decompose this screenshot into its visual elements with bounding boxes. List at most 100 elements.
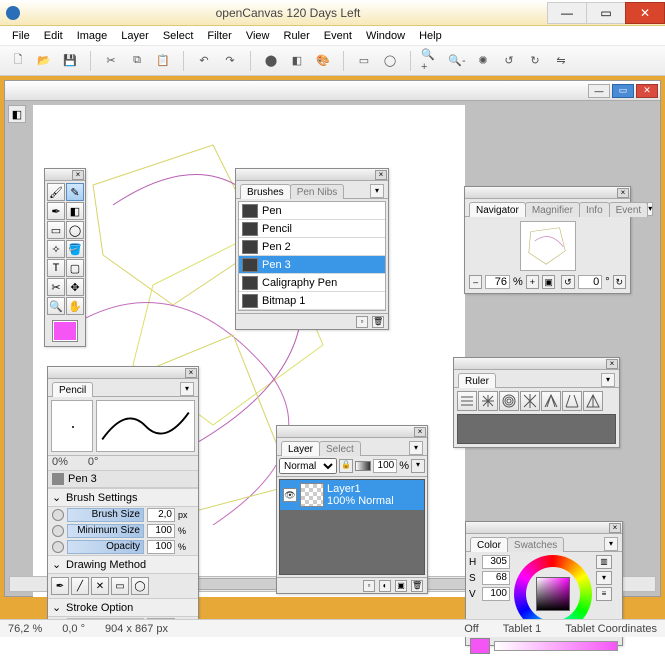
menu-event[interactable]: Event: [318, 28, 358, 44]
navigator-thumbnail[interactable]: [520, 221, 576, 271]
brush-item-pencil[interactable]: Pencil: [239, 220, 385, 238]
opacity-value[interactable]: 100: [373, 459, 397, 473]
layer-visibility-icon[interactable]: 👁: [283, 488, 297, 502]
minsize-pressure-icon[interactable]: [52, 525, 64, 537]
close-button[interactable]: ✕: [625, 2, 665, 24]
menu-image[interactable]: Image: [71, 28, 114, 44]
zoom-out-icon[interactable]: –: [469, 275, 482, 289]
new-icon[interactable]: 🗋: [8, 51, 28, 71]
document-window-header[interactable]: — ▭ ✕: [5, 81, 660, 101]
ruler-close-button[interactable]: ×: [606, 359, 618, 369]
brush-delete-icon[interactable]: 🗑: [372, 316, 384, 328]
ruler-vanish1-icon[interactable]: [541, 391, 561, 411]
color-close-button[interactable]: ×: [609, 523, 621, 533]
dm-cancel-icon[interactable]: ✕: [91, 577, 109, 595]
opacity-slider-brush[interactable]: Opacity: [67, 540, 144, 554]
brushes-menu-icon[interactable]: ▾: [370, 184, 384, 198]
flip-icon[interactable]: ⇋: [551, 51, 571, 71]
layer-thumbnail[interactable]: [300, 483, 324, 507]
section-stroke-option[interactable]: Stroke Option: [66, 602, 133, 614]
tool-wand[interactable]: ✧: [47, 240, 65, 258]
tab-brushes[interactable]: Brushes: [240, 184, 291, 199]
menu-select[interactable]: Select: [157, 28, 200, 44]
ruler-menu-icon[interactable]: ▾: [601, 373, 615, 387]
min-size-slider[interactable]: Minimum Size: [67, 524, 144, 538]
layer-group-icon[interactable]: ▣: [395, 580, 407, 592]
brush-item-bitmap1[interactable]: Bitmap 1: [239, 292, 385, 310]
brush-icon[interactable]: ⬤: [261, 51, 281, 71]
tab-select[interactable]: Select: [319, 441, 361, 456]
pencil-close-button[interactable]: ×: [185, 368, 197, 378]
tab-pencil[interactable]: Pencil: [52, 382, 93, 397]
foreground-color-swatch[interactable]: [52, 320, 78, 342]
layer-mask-icon[interactable]: ◐: [379, 580, 391, 592]
brush-size-slider[interactable]: Brush Size: [67, 508, 144, 522]
color-picker-icon[interactable]: ▾: [596, 571, 612, 585]
tool-marquee[interactable]: ▭: [47, 221, 65, 239]
menu-ruler[interactable]: Ruler: [278, 28, 316, 44]
tab-color[interactable]: Color: [470, 537, 508, 552]
marquee-icon[interactable]: ▭: [354, 51, 374, 71]
paste-icon[interactable]: 📋: [153, 51, 173, 71]
brush-item-pen2[interactable]: Pen 2: [239, 238, 385, 256]
tab-info[interactable]: Info: [579, 202, 610, 217]
redo-icon[interactable]: ↷: [220, 51, 240, 71]
tab-event[interactable]: Event: [609, 202, 649, 217]
dm-rect-icon[interactable]: ▭: [111, 577, 129, 595]
layer-list[interactable]: 👁 Layer1 100% Normal: [279, 479, 425, 575]
min-size-value[interactable]: 100: [147, 524, 175, 538]
tool-hand[interactable]: ✋: [66, 297, 84, 315]
layer-lock-icon[interactable]: 🔒: [339, 459, 353, 473]
layer-close-button[interactable]: ×: [414, 427, 426, 437]
opacity-value-brush[interactable]: 100: [147, 540, 175, 554]
zoom-in-icon[interactable]: +: [526, 275, 539, 289]
tool-brush[interactable]: 🖌: [47, 183, 65, 201]
tool-crop[interactable]: ✂: [47, 278, 65, 296]
layer-options-icon[interactable]: ▾: [411, 459, 425, 473]
tab-swatches[interactable]: Swatches: [507, 537, 564, 552]
brush-new-icon[interactable]: ▫: [356, 316, 368, 328]
minimize-button[interactable]: —: [547, 2, 587, 24]
ruler-vanish3-icon[interactable]: [583, 391, 603, 411]
current-color-swatch[interactable]: [470, 638, 490, 654]
tool-eraser[interactable]: ◧: [66, 202, 84, 220]
brush-item-pen[interactable]: Pen: [239, 202, 385, 220]
save-icon[interactable]: 💾: [60, 51, 80, 71]
color-menu-icon[interactable]: ▾: [604, 537, 618, 551]
tool-bucket[interactable]: 🪣: [66, 240, 84, 258]
menu-filter[interactable]: Filter: [201, 28, 237, 44]
doc-minimize-button[interactable]: —: [588, 84, 610, 98]
dm-ellipse-icon[interactable]: ◯: [131, 577, 149, 595]
dm-pen-icon[interactable]: ✒: [51, 577, 69, 595]
eraser-icon[interactable]: ◧: [287, 51, 307, 71]
navigator-menu-icon[interactable]: ▾: [647, 202, 653, 216]
v-value[interactable]: 100: [482, 587, 510, 601]
zoom-out-icon[interactable]: 🔍-: [447, 51, 467, 71]
tool-pen[interactable]: ✒: [47, 202, 65, 220]
layer-row[interactable]: 👁 Layer1 100% Normal: [280, 480, 424, 510]
undo-icon[interactable]: ↶: [194, 51, 214, 71]
zoom-in-icon[interactable]: 🔍+: [421, 51, 441, 71]
doc-icon[interactable]: ◧: [8, 105, 26, 123]
brush-item-caligraphy[interactable]: Caligraphy Pen: [239, 274, 385, 292]
palette-icon[interactable]: 🎨: [313, 51, 333, 71]
brushes-close-button[interactable]: ×: [375, 170, 387, 180]
color-mode-icon[interactable]: ▥: [596, 555, 612, 569]
color-history-icon[interactable]: ≡: [596, 587, 612, 601]
dm-line-icon[interactable]: ╱: [71, 577, 89, 595]
ruler-cross-icon[interactable]: [478, 391, 498, 411]
tool-move[interactable]: ✥: [66, 278, 84, 296]
brush-size-value[interactable]: 2,0: [147, 508, 175, 522]
navigator-close-button[interactable]: ×: [617, 188, 629, 198]
tab-navigator[interactable]: Navigator: [469, 202, 526, 217]
angle-value[interactable]: 0: [578, 275, 603, 289]
ruler-vanish2-icon[interactable]: [562, 391, 582, 411]
menu-view[interactable]: View: [240, 28, 276, 44]
doc-restore-button[interactable]: ▭: [612, 84, 634, 98]
tab-ruler[interactable]: Ruler: [458, 373, 496, 388]
menu-edit[interactable]: Edit: [38, 28, 69, 44]
section-brush-settings[interactable]: Brush Settings: [66, 492, 138, 504]
color-square[interactable]: [536, 577, 570, 611]
ruler-concentric-icon[interactable]: [499, 391, 519, 411]
opacity-slider[interactable]: [355, 461, 371, 471]
